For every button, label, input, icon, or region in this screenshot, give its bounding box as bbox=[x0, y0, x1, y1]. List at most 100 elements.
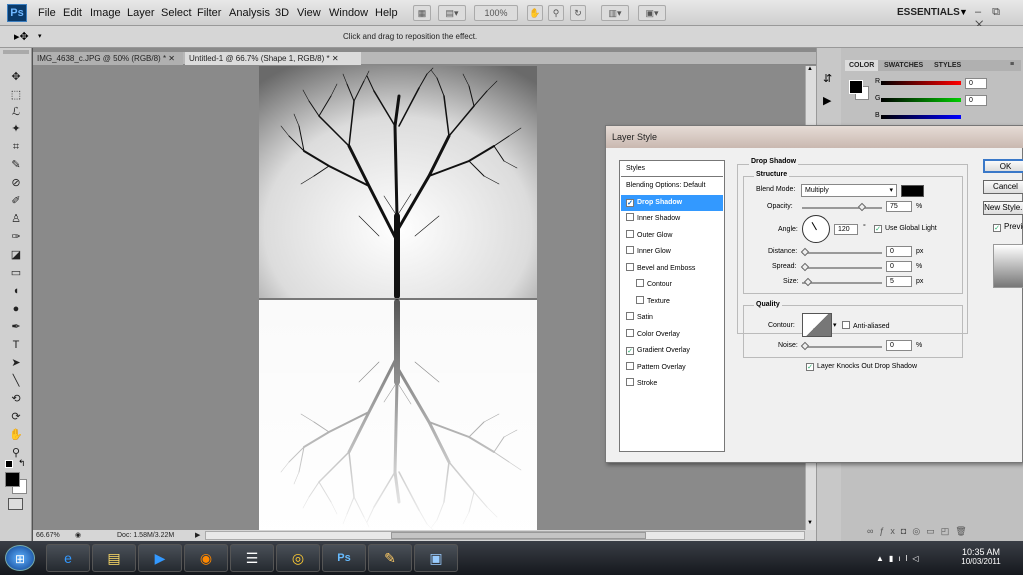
styles-header[interactable]: Styles bbox=[621, 161, 723, 177]
style-item-inner-glow[interactable]: Inner Glow bbox=[621, 244, 723, 260]
extras-button[interactable]: ▤▾ bbox=[438, 5, 466, 21]
preview-option[interactable]: ✓Preview bbox=[993, 222, 1023, 232]
close-icon[interactable]: ✕ bbox=[168, 54, 175, 63]
file-explorer-icon[interactable]: ▤ bbox=[92, 544, 136, 572]
style-item-satin[interactable]: Satin bbox=[621, 310, 723, 326]
line-tool-icon[interactable]: ╲ bbox=[7, 374, 25, 388]
inner-shadow-checkbox[interactable] bbox=[626, 213, 634, 221]
bridge-button[interactable]: ▦ bbox=[413, 5, 431, 21]
history-brush-tool-icon[interactable]: ✑ bbox=[7, 230, 25, 244]
knockout-option[interactable]: ✓ Layer Knocks Out Drop Shadow bbox=[806, 363, 917, 371]
preview-checkbox[interactable]: ✓ bbox=[993, 224, 1001, 232]
image-viewer-icon[interactable]: ▣ bbox=[414, 544, 458, 572]
system-tray-icons[interactable]: ▲▮ıl◁ bbox=[876, 554, 923, 563]
scroll-down-icon[interactable]: ▼ bbox=[807, 520, 813, 526]
size-slider[interactable] bbox=[802, 282, 882, 284]
hand-icon[interactable]: ✋ bbox=[527, 5, 543, 21]
notepad-icon[interactable]: ☰ bbox=[230, 544, 274, 572]
tool-preset-dropdown-icon[interactable]: ▾ bbox=[38, 32, 42, 40]
actions-icon[interactable]: ▶ bbox=[823, 94, 831, 107]
blending-options-item[interactable]: Blending Options: Default bbox=[621, 178, 723, 194]
color-overlay-checkbox[interactable] bbox=[626, 329, 634, 337]
blend-mode-select[interactable]: Multiply ▾ bbox=[801, 184, 897, 197]
chrome-icon[interactable]: ◎ bbox=[276, 544, 320, 572]
3d-rotate-tool-icon[interactable]: ⟲ bbox=[7, 392, 25, 406]
default-colors-icon[interactable] bbox=[5, 460, 13, 468]
zoom-percentage-field[interactable]: 66.67% bbox=[36, 530, 60, 541]
status-menu-icon[interactable]: ▶ bbox=[195, 530, 200, 541]
paint-icon[interactable]: ✎ bbox=[368, 544, 412, 572]
spread-slider[interactable] bbox=[802, 267, 882, 269]
foreground-color-swatch[interactable] bbox=[849, 80, 863, 94]
contour-preview[interactable] bbox=[802, 313, 832, 337]
blue-slider[interactable] bbox=[881, 115, 961, 119]
move-tool-icon[interactable]: ▸✥ bbox=[14, 30, 29, 43]
outer-glow-checkbox[interactable] bbox=[626, 230, 634, 238]
scroll-up-icon[interactable]: ▲ bbox=[807, 66, 813, 72]
quick-mask-icon[interactable] bbox=[8, 498, 23, 510]
eyedropper-tool-icon[interactable]: ✎ bbox=[7, 158, 25, 172]
history-icon[interactable]: ⇵ bbox=[823, 72, 832, 85]
status-icon[interactable]: ◉ bbox=[75, 530, 81, 541]
pattern-overlay-checkbox[interactable] bbox=[626, 362, 634, 370]
cancel-button[interactable]: Cancel bbox=[983, 180, 1023, 194]
ok-button[interactable]: OK bbox=[983, 159, 1023, 173]
use-global-light-checkbox[interactable]: ✓ bbox=[874, 225, 882, 233]
menu-image[interactable]: Image bbox=[90, 7, 121, 19]
angle-field[interactable]: 120 bbox=[834, 224, 858, 235]
green-value-field[interactable]: 0 bbox=[965, 95, 987, 106]
bevel-emboss-checkbox[interactable] bbox=[626, 263, 634, 271]
style-item-drop-shadow[interactable]: ✓ Drop Shadow bbox=[621, 195, 723, 211]
tab-swatches[interactable]: SWATCHES bbox=[880, 60, 927, 71]
layers-panel-buttons[interactable]: ∞ƒx◘◎▭◰🗑 bbox=[867, 526, 973, 537]
angle-dial[interactable] bbox=[802, 215, 830, 243]
gradient-tool-icon[interactable]: ▭ bbox=[7, 266, 25, 280]
type-tool-icon[interactable]: T bbox=[7, 338, 25, 352]
firefox-icon[interactable]: ◉ bbox=[184, 544, 228, 572]
style-item-gradient-overlay[interactable]: ✓ Gradient Overlay bbox=[621, 343, 723, 359]
tab-untitled-1[interactable]: Untitled-1 @ 66.7% (Shape 1, RGB/8) * ✕ bbox=[185, 52, 361, 65]
contour-dropdown-icon[interactable]: ▾ bbox=[833, 321, 837, 329]
new-style-button[interactable]: New Style... bbox=[983, 201, 1023, 215]
start-button[interactable]: ⊞ bbox=[5, 545, 35, 571]
menu-filter[interactable]: Filter bbox=[197, 7, 221, 19]
crop-tool-icon[interactable]: ⌗ bbox=[7, 140, 25, 154]
healing-brush-tool-icon[interactable]: ⊘ bbox=[7, 176, 25, 190]
menu-view[interactable]: View bbox=[297, 7, 321, 19]
menu-window[interactable]: Window bbox=[329, 7, 368, 19]
tab-img-4638[interactable]: IMG_4638_c.JPG @ 50% (RGB/8) * ✕ bbox=[33, 52, 183, 65]
arrange-documents-button[interactable]: ▥▾ bbox=[601, 5, 629, 21]
eraser-tool-icon[interactable]: ◪ bbox=[7, 248, 25, 262]
move-tool-icon[interactable]: ✥ bbox=[7, 70, 25, 84]
distance-field[interactable]: 0 bbox=[886, 246, 912, 257]
knockout-checkbox[interactable]: ✓ bbox=[806, 363, 814, 371]
menu-analysis[interactable]: Analysis bbox=[229, 7, 270, 19]
opacity-slider[interactable] bbox=[802, 207, 882, 209]
panel-menu-icon[interactable]: ≡ bbox=[1010, 61, 1014, 68]
lasso-tool-icon[interactable]: ℒ bbox=[7, 105, 25, 119]
menu-help[interactable]: Help bbox=[375, 7, 398, 19]
clone-stamp-tool-icon[interactable]: ♙ bbox=[7, 212, 25, 226]
style-item-contour[interactable]: Contour bbox=[621, 277, 723, 293]
brush-tool-icon[interactable]: ✐ bbox=[7, 194, 25, 208]
close-icon[interactable]: ✕ bbox=[332, 54, 339, 63]
inner-glow-checkbox[interactable] bbox=[626, 246, 634, 254]
drop-shadow-checkbox[interactable]: ✓ bbox=[626, 199, 634, 207]
red-slider[interactable] bbox=[881, 81, 961, 85]
swap-colors-icon[interactable]: ↰ bbox=[18, 458, 26, 469]
spread-field[interactable]: 0 bbox=[886, 261, 912, 272]
dialog-title[interactable]: Layer Style bbox=[606, 126, 1023, 148]
media-player-icon[interactable]: ▶ bbox=[138, 544, 182, 572]
stroke-checkbox[interactable] bbox=[626, 378, 634, 386]
satin-checkbox[interactable] bbox=[626, 312, 634, 320]
green-slider[interactable] bbox=[881, 98, 961, 102]
zoom-icon[interactable]: ⚲ bbox=[548, 5, 564, 21]
style-item-bevel-emboss[interactable]: Bevel and Emboss bbox=[621, 261, 723, 277]
taskbar-clock[interactable]: 10:35 AM 10/03/2011 bbox=[956, 547, 1006, 566]
workspace-switcher[interactable]: ESSENTIALS bbox=[897, 7, 960, 18]
menu-3d[interactable]: 3D bbox=[275, 7, 289, 19]
path-selection-tool-icon[interactable]: ➤ bbox=[7, 356, 25, 370]
style-item-pattern-overlay[interactable]: Pattern Overlay bbox=[621, 360, 723, 376]
photoshop-taskbar-icon[interactable]: Ps bbox=[322, 544, 366, 572]
dodge-tool-icon[interactable]: ● bbox=[7, 302, 25, 316]
